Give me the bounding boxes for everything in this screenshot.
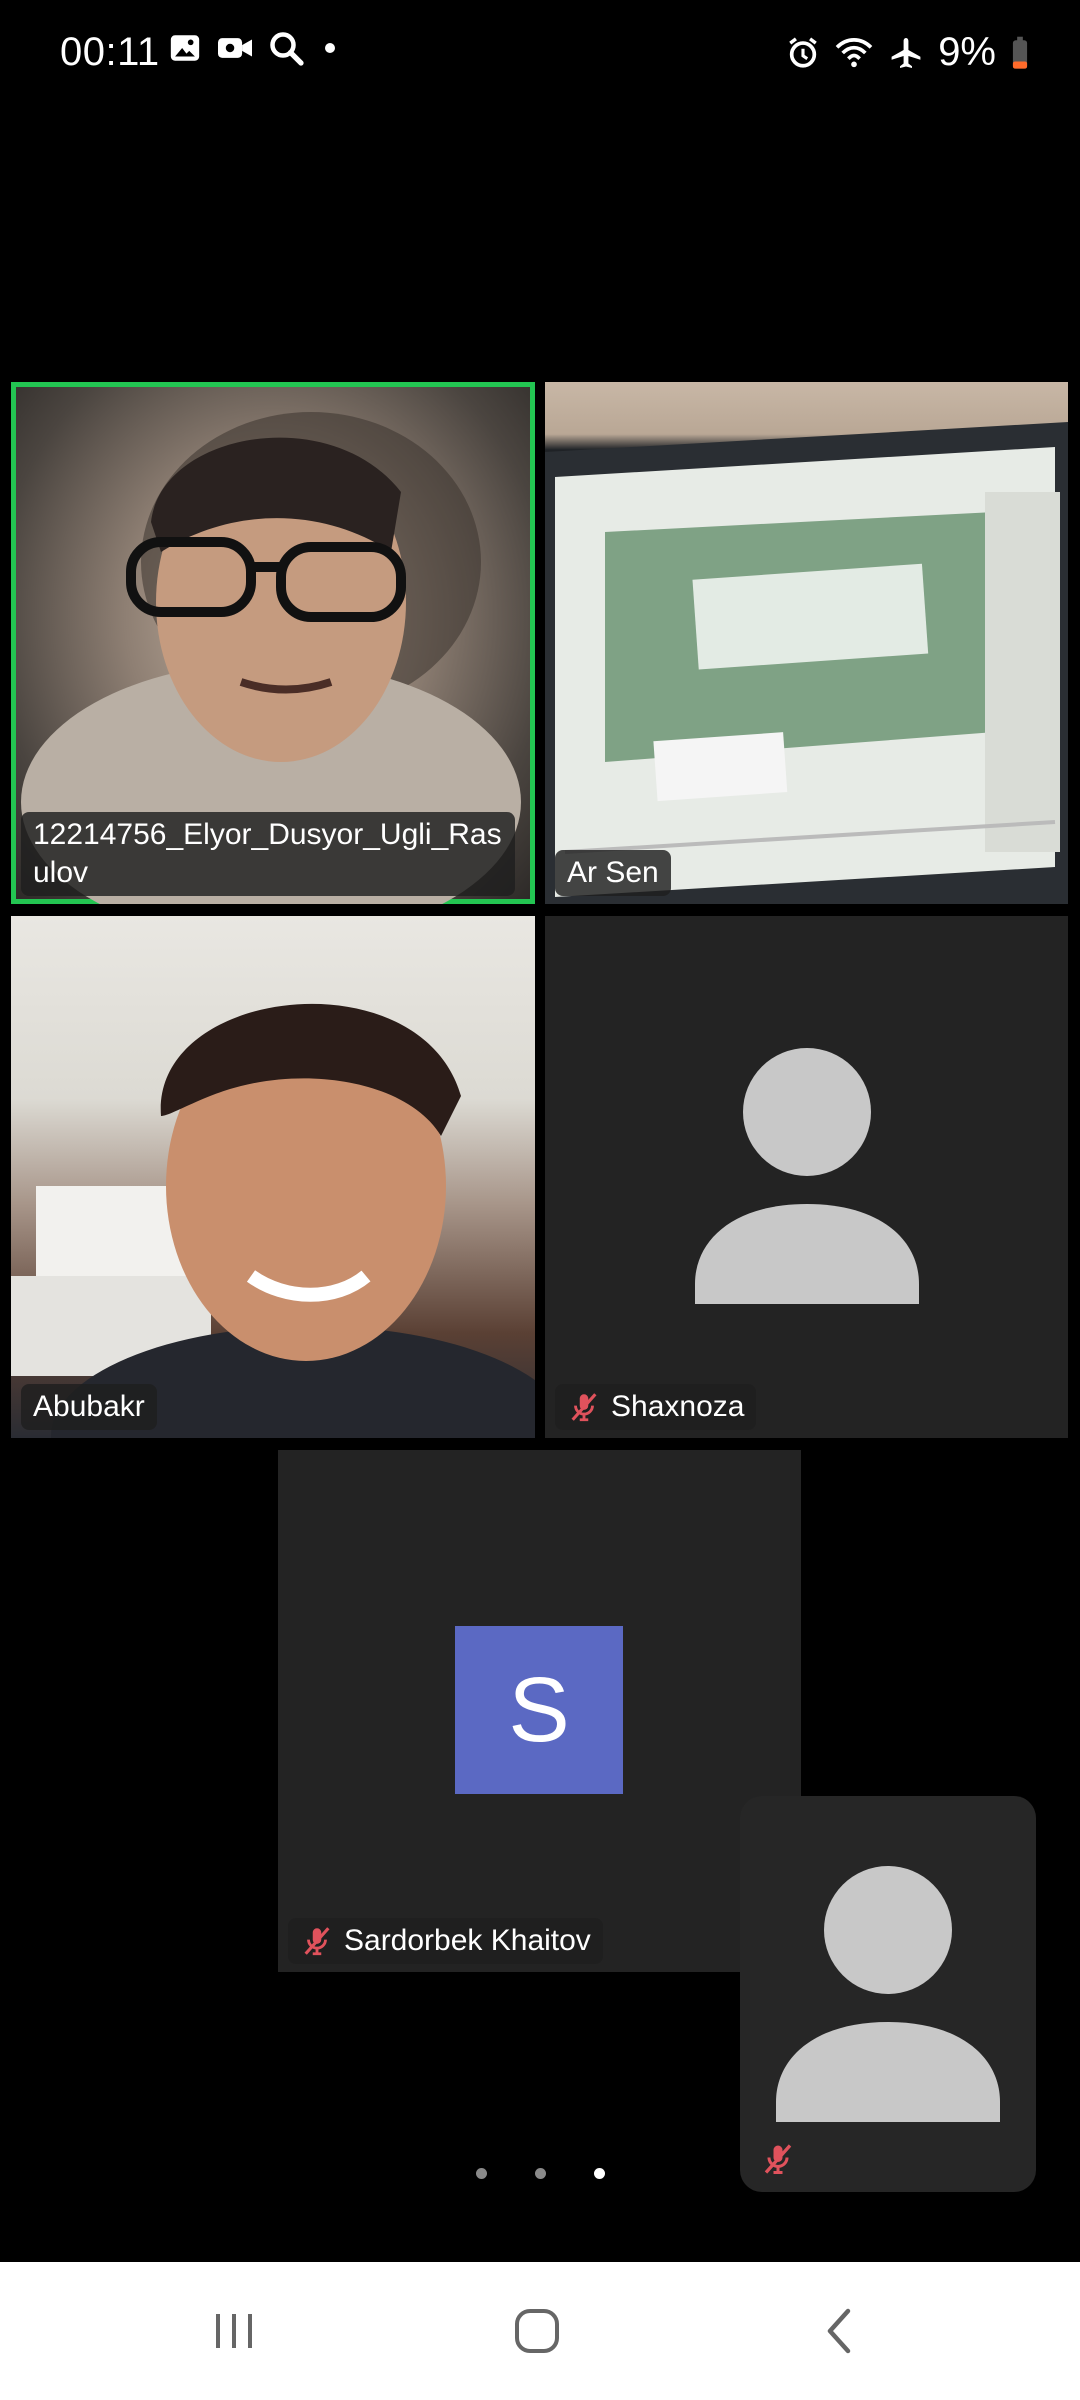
alarm-icon xyxy=(786,36,820,70)
gallery-icon xyxy=(168,31,202,65)
participant-name-label: Abubakr xyxy=(21,1384,157,1430)
participant-video xyxy=(545,422,1068,904)
status-right-icons: 9% xyxy=(786,30,1030,75)
participant-name: Ar Sen xyxy=(567,856,659,889)
recent-apps-button[interactable] xyxy=(134,2262,334,2400)
wifi-icon xyxy=(834,36,874,70)
participant-name-label: Sardorbek Khaitov xyxy=(288,1918,603,1964)
airplane-icon xyxy=(888,35,924,71)
page-dot-3-current[interactable] xyxy=(593,2168,605,2179)
home-button[interactable] xyxy=(437,2262,637,2400)
video-tile-elyor[interactable]: 12214756_Elyor_Dusyor_Ugli_Ras ulov xyxy=(11,382,535,904)
status-left-icons xyxy=(168,30,342,66)
participant-name-label: Shaxnoza xyxy=(555,1384,757,1430)
back-button[interactable] xyxy=(740,2262,940,2400)
search-icon xyxy=(268,30,304,66)
participant-name-label: Ar Sen xyxy=(555,850,671,896)
participant-name: Shaxnoza xyxy=(611,1390,745,1423)
default-avatar-icon xyxy=(695,1048,919,1304)
page-dot-2[interactable] xyxy=(534,2168,546,2179)
page-dot-1[interactable] xyxy=(475,2168,487,2179)
avatar-letter: S xyxy=(455,1626,623,1794)
participant-name-label: 12214756_Elyor_Dusyor_Ugli_Ras ulov xyxy=(21,812,515,896)
self-view-tile[interactable] xyxy=(740,1796,1036,2192)
participant-name: Sardorbek Khaitov xyxy=(344,1924,591,1957)
battery-percent: 9% xyxy=(938,30,996,74)
video-tile-shaxnoza[interactable]: Shaxnoza xyxy=(545,916,1068,1438)
video-tile-ar-sen[interactable]: Ar Sen xyxy=(545,382,1068,904)
home-icon xyxy=(515,2309,559,2353)
video-tile-abubakr[interactable]: Abubakr xyxy=(11,916,535,1438)
participant-video xyxy=(11,1003,535,1438)
battery-low-icon xyxy=(1010,36,1030,70)
muted-mic-icon xyxy=(304,1927,330,1956)
page-indicator[interactable] xyxy=(0,2168,1080,2179)
muted-mic-icon xyxy=(571,1393,597,1422)
participant-name-line-2: ulov xyxy=(33,856,89,889)
participant-name-line-1: 12214756_Elyor_Dusyor_Ugli_Ras xyxy=(33,818,502,851)
back-icon xyxy=(827,2308,851,2354)
participant-name: Abubakr xyxy=(33,1390,145,1423)
system-nav-bar xyxy=(0,2262,1080,2400)
dot-icon xyxy=(318,36,342,60)
video-record-icon xyxy=(216,31,254,65)
default-avatar-icon xyxy=(776,1866,1000,2122)
recent-apps-icon xyxy=(216,2314,252,2348)
status-time: 00:11 xyxy=(60,30,160,74)
video-tile-sardorbek[interactable]: S Sardorbek Khaitov xyxy=(278,1450,801,1972)
